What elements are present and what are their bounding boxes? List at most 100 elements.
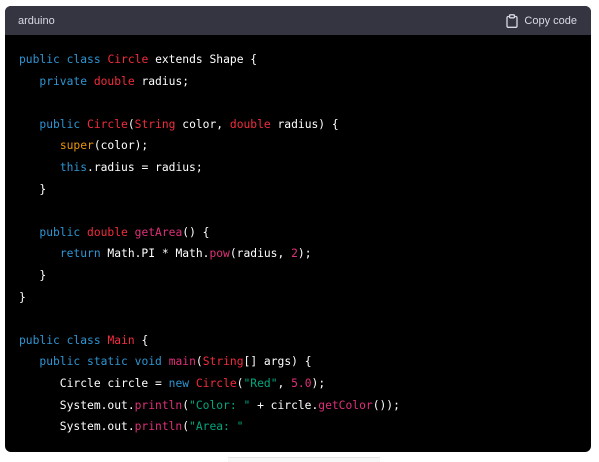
super-token: super bbox=[59, 139, 94, 153]
plain-token: (radius, bbox=[229, 247, 292, 261]
plain-token: Math.PI * Math. bbox=[100, 247, 210, 261]
keyword-token: new bbox=[168, 376, 190, 390]
plain-token: System.out. bbox=[19, 398, 135, 412]
plain-token: radius; bbox=[134, 74, 190, 88]
number-token: 2 bbox=[291, 247, 298, 261]
function-token: println bbox=[134, 398, 183, 412]
string-token: "Red" bbox=[243, 376, 278, 390]
plain-token: (color); bbox=[93, 139, 149, 153]
plain-token: Circle circle = bbox=[19, 376, 169, 390]
function-token: pow bbox=[209, 247, 230, 261]
code-line: public static void main(String[] args) { bbox=[19, 351, 591, 373]
plain-token: [] args) { bbox=[243, 355, 312, 369]
code-line: public class Main { bbox=[19, 330, 591, 352]
string-token: "Color: " bbox=[189, 398, 251, 412]
plain-token: ( bbox=[127, 117, 135, 131]
type-token: String bbox=[134, 117, 176, 131]
code-body[interactable]: public class Circle extends Shape { priv… bbox=[5, 35, 591, 438]
keyword-token: public bbox=[39, 225, 81, 239]
plain-token: } bbox=[19, 182, 47, 196]
type-token: double bbox=[229, 117, 271, 131]
plain-token: color, bbox=[175, 117, 230, 131]
type-token: Circle bbox=[195, 376, 237, 390]
language-label: arduino bbox=[18, 14, 55, 27]
code-header: arduino Copy code bbox=[5, 6, 591, 35]
keyword-token: public bbox=[39, 355, 81, 369]
function-token: getColor bbox=[318, 398, 373, 412]
keyword-token: class bbox=[66, 333, 101, 347]
plain-token: System.out. bbox=[19, 420, 135, 434]
function-token: getArea bbox=[134, 225, 183, 239]
type-token: Main bbox=[107, 333, 135, 347]
keyword-token: class bbox=[66, 53, 101, 66]
code-line: public Circle(String color, double radiu… bbox=[19, 114, 591, 136]
plain-token: ); bbox=[297, 247, 312, 261]
code-line: Circle circle = new Circle("Red", 5.0); bbox=[19, 373, 591, 395]
plain-token: , bbox=[277, 376, 292, 390]
keyword-token: this bbox=[59, 160, 88, 174]
keyword-token: public bbox=[19, 53, 60, 66]
code-line: this.radius = radius; bbox=[19, 157, 591, 179]
code-line: } bbox=[19, 287, 591, 309]
function-token: println bbox=[134, 420, 183, 434]
type-token: double bbox=[93, 74, 135, 88]
plain-token: } bbox=[19, 290, 26, 304]
bottom-tab bbox=[228, 457, 380, 462]
keyword-token: static bbox=[87, 355, 128, 369]
string-token: "Area: " bbox=[189, 420, 244, 434]
plain-token: () { bbox=[182, 225, 210, 239]
keyword-token: void bbox=[134, 355, 162, 369]
type-token: Circle bbox=[87, 117, 128, 131]
function-token: main bbox=[168, 355, 196, 369]
code-line: return Math.PI * Math.pow(radius, 2); bbox=[19, 243, 591, 265]
plain-token: ( bbox=[195, 355, 203, 369]
code-line: System.out.println("Color: " + circle.ge… bbox=[19, 395, 591, 417]
clipboard-icon bbox=[506, 13, 519, 28]
keyword-token: public bbox=[39, 117, 81, 131]
plain-token: } bbox=[19, 268, 47, 282]
type-token: Circle bbox=[107, 53, 149, 66]
plain-token: ()); bbox=[372, 398, 400, 412]
plain-token: + circle. bbox=[250, 398, 319, 412]
code-block: arduino Copy code public class Circle ex… bbox=[5, 6, 591, 452]
code-line: } bbox=[19, 179, 591, 201]
code-line: } bbox=[19, 265, 591, 287]
copy-code-button[interactable]: Copy code bbox=[506, 13, 577, 28]
number-token: 5.0 bbox=[291, 376, 312, 390]
plain-token: .radius = radius; bbox=[87, 160, 203, 174]
code-line: public double getArea() { bbox=[19, 222, 591, 244]
code-line: private double radius; bbox=[19, 71, 591, 93]
code-line: public class Circle extends Shape { bbox=[19, 49, 591, 71]
plain-token: ); bbox=[311, 376, 326, 390]
plain-token: { bbox=[134, 333, 149, 347]
keyword-token: public bbox=[19, 333, 60, 347]
type-token: String bbox=[202, 355, 244, 369]
plain-token: extends Shape { bbox=[155, 53, 258, 66]
code-line: System.out.println("Area: " bbox=[19, 416, 591, 438]
plain-token: radius) { bbox=[270, 117, 339, 131]
keyword-token: private bbox=[39, 74, 88, 88]
keyword-token: return bbox=[59, 247, 101, 261]
type-token: double bbox=[87, 225, 128, 239]
copy-code-label: Copy code bbox=[524, 14, 577, 27]
